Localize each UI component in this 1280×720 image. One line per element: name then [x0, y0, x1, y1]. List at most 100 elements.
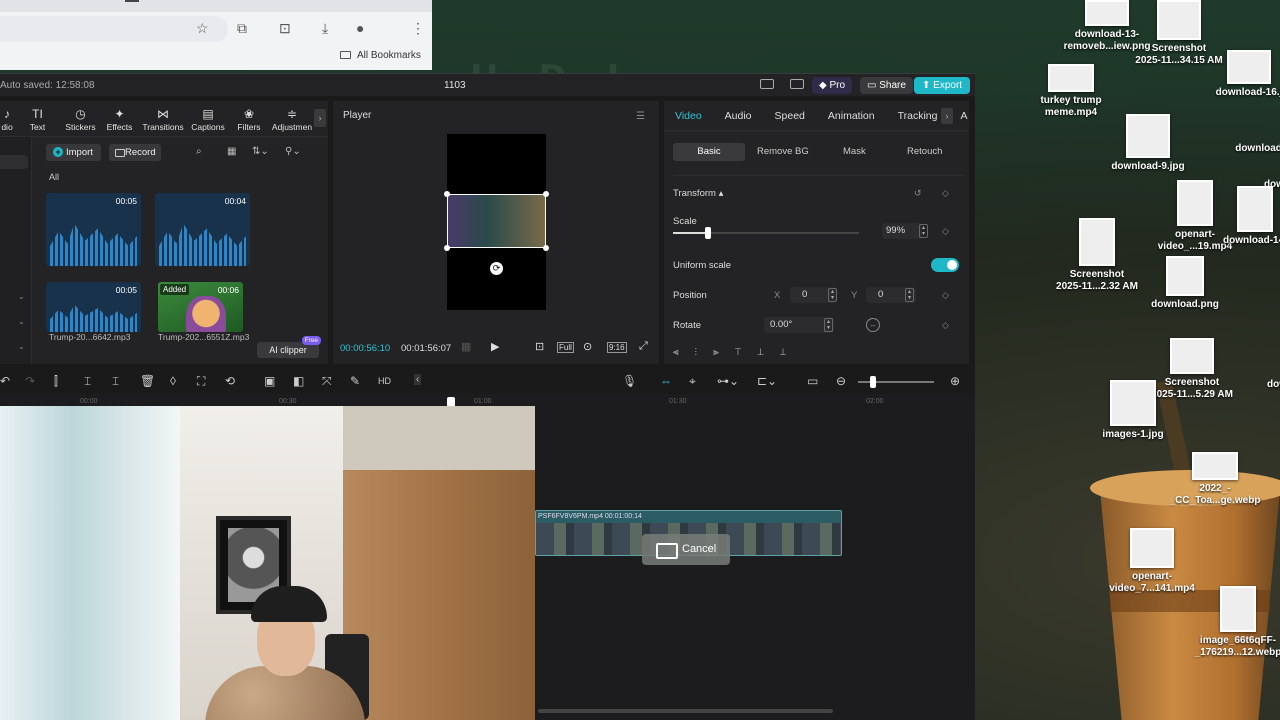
link-icon[interactable]: ⊶⌄: [717, 374, 739, 388]
scroll-right-icon[interactable]: ›: [941, 108, 953, 124]
ai-clipper-button[interactable]: AI clipper Free: [257, 336, 321, 358]
preview-clip[interactable]: [444, 191, 549, 251]
tab-animation[interactable]: Animation: [828, 110, 875, 122]
align-buttons[interactable]: ⫷⫶⫸⊤⊥⊥: [673, 347, 802, 358]
filter-icon[interactable]: ⚲⌄: [285, 146, 301, 157]
magic-icon[interactable]: ✎: [350, 374, 360, 388]
tab-audio[interactable]: Audio: [725, 110, 752, 122]
download-icon[interactable]: ⤓: [322, 20, 328, 37]
tool-audio[interactable]: ♪ dio: [0, 101, 14, 136]
desktop-file[interactable]: 2022_- _CC_Toa...ge.webp: [1160, 452, 1270, 507]
undo-icon[interactable]: ↶: [0, 374, 10, 388]
slider-knob[interactable]: [705, 227, 712, 239]
tab-video[interactable]: Video: [675, 110, 702, 122]
menu-icon[interactable]: ☰: [636, 111, 645, 122]
reset-icon[interactable]: ↺: [914, 188, 922, 199]
star-icon[interactable]: ☆: [196, 20, 209, 37]
desktop-file[interactable]: images-1.jpg: [1078, 380, 1188, 441]
scale-stepper[interactable]: ▴ ▾: [919, 224, 928, 238]
auto-snap-icon[interactable]: ⌖: [689, 374, 696, 389]
split-icon[interactable]: ⫿: [54, 374, 58, 389]
more-icon[interactable]: ⋮: [411, 20, 425, 37]
extension-icon[interactable]: ⧉: [237, 20, 247, 37]
ratio-button[interactable]: 9:16: [607, 342, 627, 353]
fullscreen-icon[interactable]: ⤢: [639, 340, 648, 353]
split-right-icon[interactable]: ⌶: [112, 374, 119, 389]
cancel-button[interactable]: Cancel: [642, 534, 730, 565]
desktop-file[interactable]: image_66t6qFF- _176219...12.webp: [1183, 586, 1280, 659]
position-y-stepper[interactable]: ▴ ▾: [905, 288, 914, 302]
hd-icon[interactable]: HD: [378, 376, 391, 386]
subtab-basic[interactable]: Basic: [673, 143, 745, 161]
tab-search-icon[interactable]: ⊡: [279, 20, 291, 37]
media-item[interactable]: 00:05: [46, 282, 141, 332]
mark-icon[interactable]: ◊: [170, 374, 176, 388]
address-bar[interactable]: [0, 16, 228, 42]
delete-icon[interactable]: 🗑: [140, 374, 155, 388]
zoom-knob[interactable]: [870, 376, 876, 388]
profile-icon[interactable]: ●: [356, 20, 364, 36]
desktop-file[interactable]: turkey trump meme.mp4: [1016, 64, 1126, 119]
freeze-icon[interactable]: ▣: [264, 374, 275, 388]
uniform-scale-toggle[interactable]: [931, 258, 959, 272]
desktop-file[interactable]: download-1: [1208, 140, 1280, 155]
full-button[interactable]: Full: [557, 342, 574, 353]
import-button[interactable]: Import: [46, 144, 101, 161]
position-x-stepper[interactable]: ▴ ▾: [828, 288, 837, 302]
crop-icon[interactable]: ⛶: [197, 374, 205, 389]
timeline-icon[interactable]: ▦: [461, 340, 471, 353]
record-button[interactable]: Record: [109, 144, 161, 161]
media-item[interactable]: 00:04: [155, 193, 250, 266]
media-item[interactable]: Added 00:06: [158, 282, 243, 332]
desktop-file[interactable]: download-9.jpg: [1093, 114, 1203, 173]
desktop-file[interactable]: download.png: [1130, 256, 1240, 311]
shortcuts-icon[interactable]: [790, 79, 804, 89]
scale-slider[interactable]: [673, 227, 859, 239]
crop-icon[interactable]: ⊡: [535, 340, 544, 353]
mirror-icon[interactable]: ◧: [293, 374, 304, 388]
keyframe-icon[interactable]: ◇: [942, 226, 949, 237]
tool-adjustment[interactable]: ≑ Adjustmen: [269, 101, 315, 136]
tool-captions[interactable]: ▤ Captions: [187, 101, 229, 136]
split-left-icon[interactable]: ⌶: [84, 374, 91, 389]
subtab-remove-bg[interactable]: Remove BG: [757, 146, 809, 157]
desktop-file[interactable]: download-14.: [1200, 186, 1280, 247]
keyframe-icon[interactable]: ◇: [942, 320, 949, 331]
subtab-mask[interactable]: Mask: [843, 146, 866, 157]
transform-header[interactable]: Transform ▴: [673, 188, 723, 199]
tool-stickers[interactable]: ◷ Stickers: [61, 101, 100, 136]
rotate-stepper[interactable]: ▴ ▾: [824, 318, 833, 332]
desktop-file[interactable]: dow: [1222, 376, 1280, 391]
chevron-down-icon[interactable]: ⌄: [18, 292, 25, 301]
auto-reframe-icon[interactable]: ⤧: [322, 374, 332, 389]
all-bookmarks[interactable]: All Bookmarks: [340, 50, 421, 61]
preview-canvas[interactable]: ⟳: [444, 134, 549, 310]
keyframe-icon[interactable]: ◇: [942, 290, 949, 301]
scale-input[interactable]: 99%: [882, 223, 922, 239]
play-icon[interactable]: ▶: [491, 340, 499, 353]
tab-tracking[interactable]: Tracking: [898, 110, 938, 122]
sort-icon[interactable]: ⇅⌄: [252, 146, 269, 157]
tab-all[interactable]: All: [49, 172, 59, 182]
rotate-dial[interactable]: –: [866, 318, 880, 332]
timeline-scrollbar[interactable]: [538, 709, 833, 713]
tool-text[interactable]: TI Text: [14, 101, 61, 136]
subtab-retouch[interactable]: Retouch: [907, 146, 942, 157]
layout-icon[interactable]: [760, 79, 774, 89]
rotate-handle[interactable]: ⟳: [490, 262, 503, 275]
scroll-right-icon[interactable]: ›: [314, 109, 326, 127]
tool-transitions[interactable]: ⋈ Transitions: [139, 101, 187, 136]
chevron-down-icon[interactable]: ⌄: [18, 317, 25, 326]
pro-button[interactable]: ◆ Pro: [812, 77, 853, 94]
tab-speed[interactable]: Speed: [775, 110, 805, 122]
share-button[interactable]: ▭ Share: [860, 77, 913, 94]
tab-ai[interactable]: A: [960, 110, 967, 122]
grid-view-icon[interactable]: ▦: [227, 146, 236, 157]
keyframe-icon[interactable]: ◇: [942, 188, 949, 199]
export-button[interactable]: ⬆ Export: [914, 77, 971, 94]
tool-filters[interactable]: ❀ Filters: [229, 101, 269, 136]
browser-tabbar[interactable]: [0, 0, 432, 12]
search-icon[interactable]: ⌕: [196, 146, 202, 157]
redo-icon[interactable]: ↷: [25, 374, 35, 388]
collapse-icon[interactable]: ‹: [414, 374, 422, 385]
